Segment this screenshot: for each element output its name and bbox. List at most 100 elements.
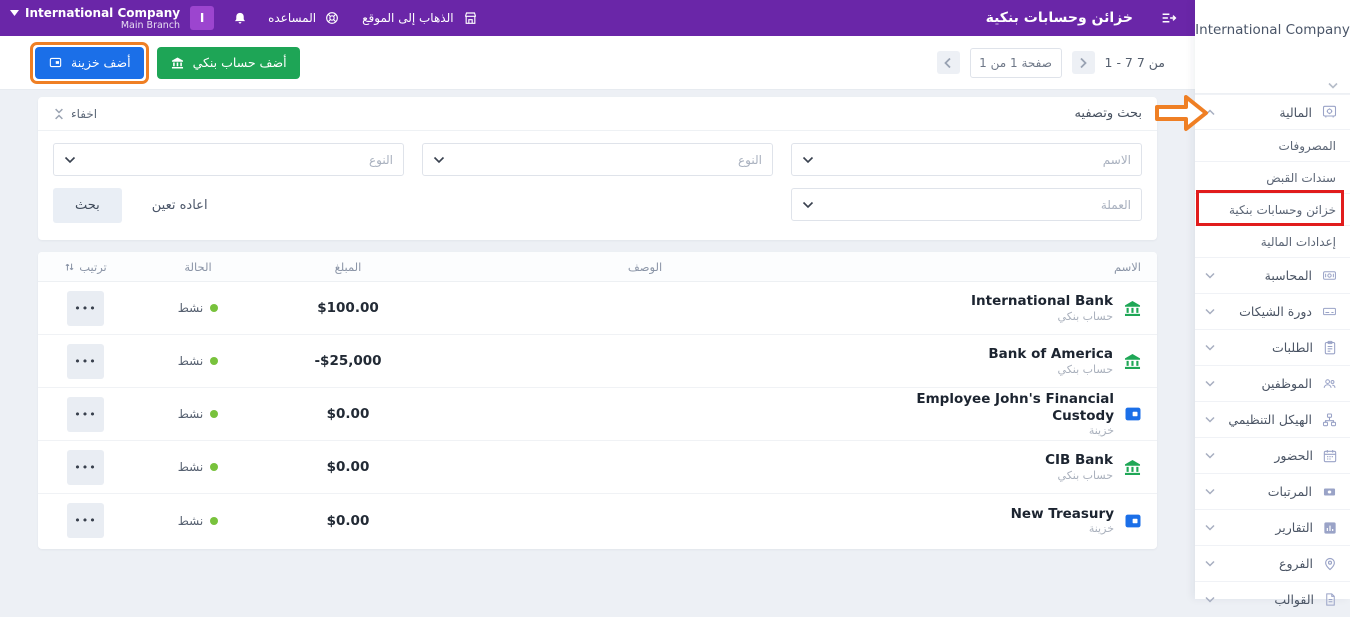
sidebar-item-reports[interactable]: التقارير (1195, 509, 1350, 545)
goto-site-link[interactable]: الذهاب إلى الموقع (362, 10, 478, 26)
account-amount: $0.00 (326, 512, 370, 529)
row-actions-button[interactable]: ••• (67, 290, 104, 326)
chevron-down-icon (802, 201, 814, 208)
filter-currency-select[interactable]: العملة (791, 188, 1142, 221)
safe-icon (1321, 104, 1338, 120)
bar-chart-icon (1322, 520, 1338, 536)
notifications-button[interactable] (232, 10, 248, 27)
chevron-up-icon (1205, 108, 1215, 116)
bank-icon (171, 56, 183, 69)
status-dot (210, 357, 219, 365)
table-row: New Treasury خزينة $0.00 نشط ••• (38, 494, 1157, 547)
status-badge: نشط (177, 301, 204, 315)
sidebar-item-label: الهيكل التنظيمي (1228, 412, 1312, 427)
account-amount: -$25,000 (314, 353, 382, 369)
chevron-left-icon (944, 57, 951, 68)
sidebar-subitem-receipt-vouchers[interactable]: سندات القبض (1195, 161, 1350, 193)
chevron-down-icon (1205, 524, 1215, 531)
chevron-down-icon (1205, 344, 1215, 351)
sidebar-item-employees[interactable]: الموظفين (1195, 365, 1350, 401)
org-chart-icon (1321, 412, 1338, 428)
chevron-down-icon (1205, 452, 1215, 459)
previous-page-button[interactable] (936, 51, 960, 74)
add-bank-account-button[interactable]: أضف حساب بنكي (156, 46, 300, 79)
sidebar-company-name[interactable]: International Company (1195, 0, 1350, 94)
account-name: CIB Bank (1045, 452, 1113, 469)
filter-type2-select[interactable]: النوع (53, 143, 404, 176)
sidebar-item-label: الحضور (1274, 448, 1313, 463)
toolbar: أضف خزينة أضف حساب بنكي 1 - 7 من 7 صفحة … (0, 36, 1195, 90)
status-dot (210, 463, 219, 471)
table-row: CIB Bank حساب بنكي $0.00 نشط ••• (38, 441, 1157, 494)
filter-type-select[interactable]: النوع (422, 143, 773, 176)
search-button[interactable]: بحث (53, 188, 122, 223)
chevron-down-icon (1205, 596, 1215, 603)
sidebar-item-label: الطلبات (1271, 340, 1313, 355)
avatar[interactable]: I (190, 6, 215, 30)
account-name: International Bank (970, 293, 1113, 310)
status-dot (210, 304, 219, 312)
sidebar-subitem-finance-settings[interactable]: إعدادات المالية (1195, 225, 1350, 257)
sidebar-item-accounting[interactable]: المحاسبة (1195, 257, 1350, 293)
filter-type-placeholder: النوع (738, 152, 762, 167)
sidebar-item-cheque-cycle[interactable]: دورة الشيكات (1195, 293, 1350, 329)
page-title: خزائن وحسابات بنكية (985, 10, 1133, 26)
column-header-order[interactable]: ترتيب (38, 260, 133, 274)
sidebar-item-payroll[interactable]: المرتبات (1195, 473, 1350, 509)
sidebar-item-label: المرتبات (1267, 484, 1312, 499)
sidebar-item-finance[interactable]: المالية (1195, 94, 1350, 129)
clipboard-icon (1322, 339, 1338, 356)
storefront-icon (464, 12, 476, 24)
row-actions-button[interactable]: ••• (67, 503, 104, 538)
sidebar-item-label: المالية (1279, 104, 1312, 120)
column-header-description: الوصف (627, 259, 663, 274)
sidebar-subitem-treasuries-bank-accounts[interactable]: خزائن وحسابات بنكية (1195, 193, 1350, 225)
next-page-button[interactable] (1071, 51, 1095, 74)
chevron-down-icon (64, 156, 76, 163)
account-type: حساب بنكي (1057, 362, 1113, 376)
chevron-down-icon (802, 156, 814, 163)
account-name: Employee John's Financial Custody (916, 390, 1114, 424)
sidebar-item-label: دورة الشيكات (1239, 304, 1312, 319)
account-type: حساب بنكي (1057, 309, 1113, 323)
company-switcher[interactable]: International Company Main Branch (10, 6, 180, 31)
row-actions-button[interactable]: ••• (67, 396, 104, 432)
sidebar-item-templates[interactable]: القوالب (1195, 581, 1350, 617)
table-row: Bank of America حساب بنكي -$25,000 نشط •… (38, 335, 1157, 388)
accounts-table: الاسم الوصف المبلغ الحالة ترتيب Internat… (38, 252, 1157, 549)
account-amount: $0.00 (326, 406, 370, 422)
add-treasury-button[interactable]: أضف خزينة (35, 46, 144, 79)
filter-type2-placeholder: النوع (369, 152, 393, 167)
sidebar: International Company المالية المصروفات … (1195, 0, 1350, 607)
sidebar-item-attendance[interactable]: الحضور (1195, 437, 1350, 473)
hide-filters-button[interactable]: اخفاء (53, 107, 97, 121)
sidebar-toggle-icon (1162, 13, 1177, 23)
status-badge: نشط (177, 513, 204, 528)
table-row: Employee John's Financial Custody خزينة … (38, 388, 1157, 441)
sidebar-item-label: المحاسبة (1264, 268, 1312, 283)
sidebar-item-branches[interactable]: الفروع (1195, 545, 1350, 581)
help-menu[interactable]: المساعده (268, 10, 340, 26)
page-indicator[interactable]: صفحة 1 من 1 (969, 47, 1062, 78)
lifebuoy-icon (326, 12, 339, 24)
reset-filters-link[interactable]: اعاده تعين (152, 198, 208, 213)
topbar-company-name: International Company (25, 5, 181, 20)
wallet-icon (49, 57, 62, 68)
cash-icon (1321, 268, 1338, 283)
chevron-down-icon (1205, 560, 1215, 567)
filter-name-select[interactable]: الاسم (791, 143, 1142, 176)
status-badge: نشط (177, 460, 204, 474)
row-actions-button[interactable]: ••• (67, 343, 104, 379)
add-bank-account-label: أضف حساب بنكي (192, 55, 287, 70)
sidebar-toggle-button[interactable] (1159, 9, 1179, 27)
people-icon (1321, 376, 1338, 391)
sidebar-subitem-expenses[interactable]: المصروفات (1195, 129, 1350, 161)
row-actions-button[interactable]: ••• (67, 449, 104, 485)
filter-name-placeholder: الاسم (1102, 152, 1131, 167)
filter-title: بحث وتصفيه (1074, 106, 1142, 121)
collapse-icon (55, 108, 63, 119)
sidebar-item-org-structure[interactable]: الهيكل التنظيمي (1195, 401, 1350, 437)
sidebar-item-requests[interactable]: الطلبات (1195, 329, 1350, 365)
account-type: خزينة (1088, 424, 1114, 438)
account-amount: $0.00 (326, 459, 370, 475)
